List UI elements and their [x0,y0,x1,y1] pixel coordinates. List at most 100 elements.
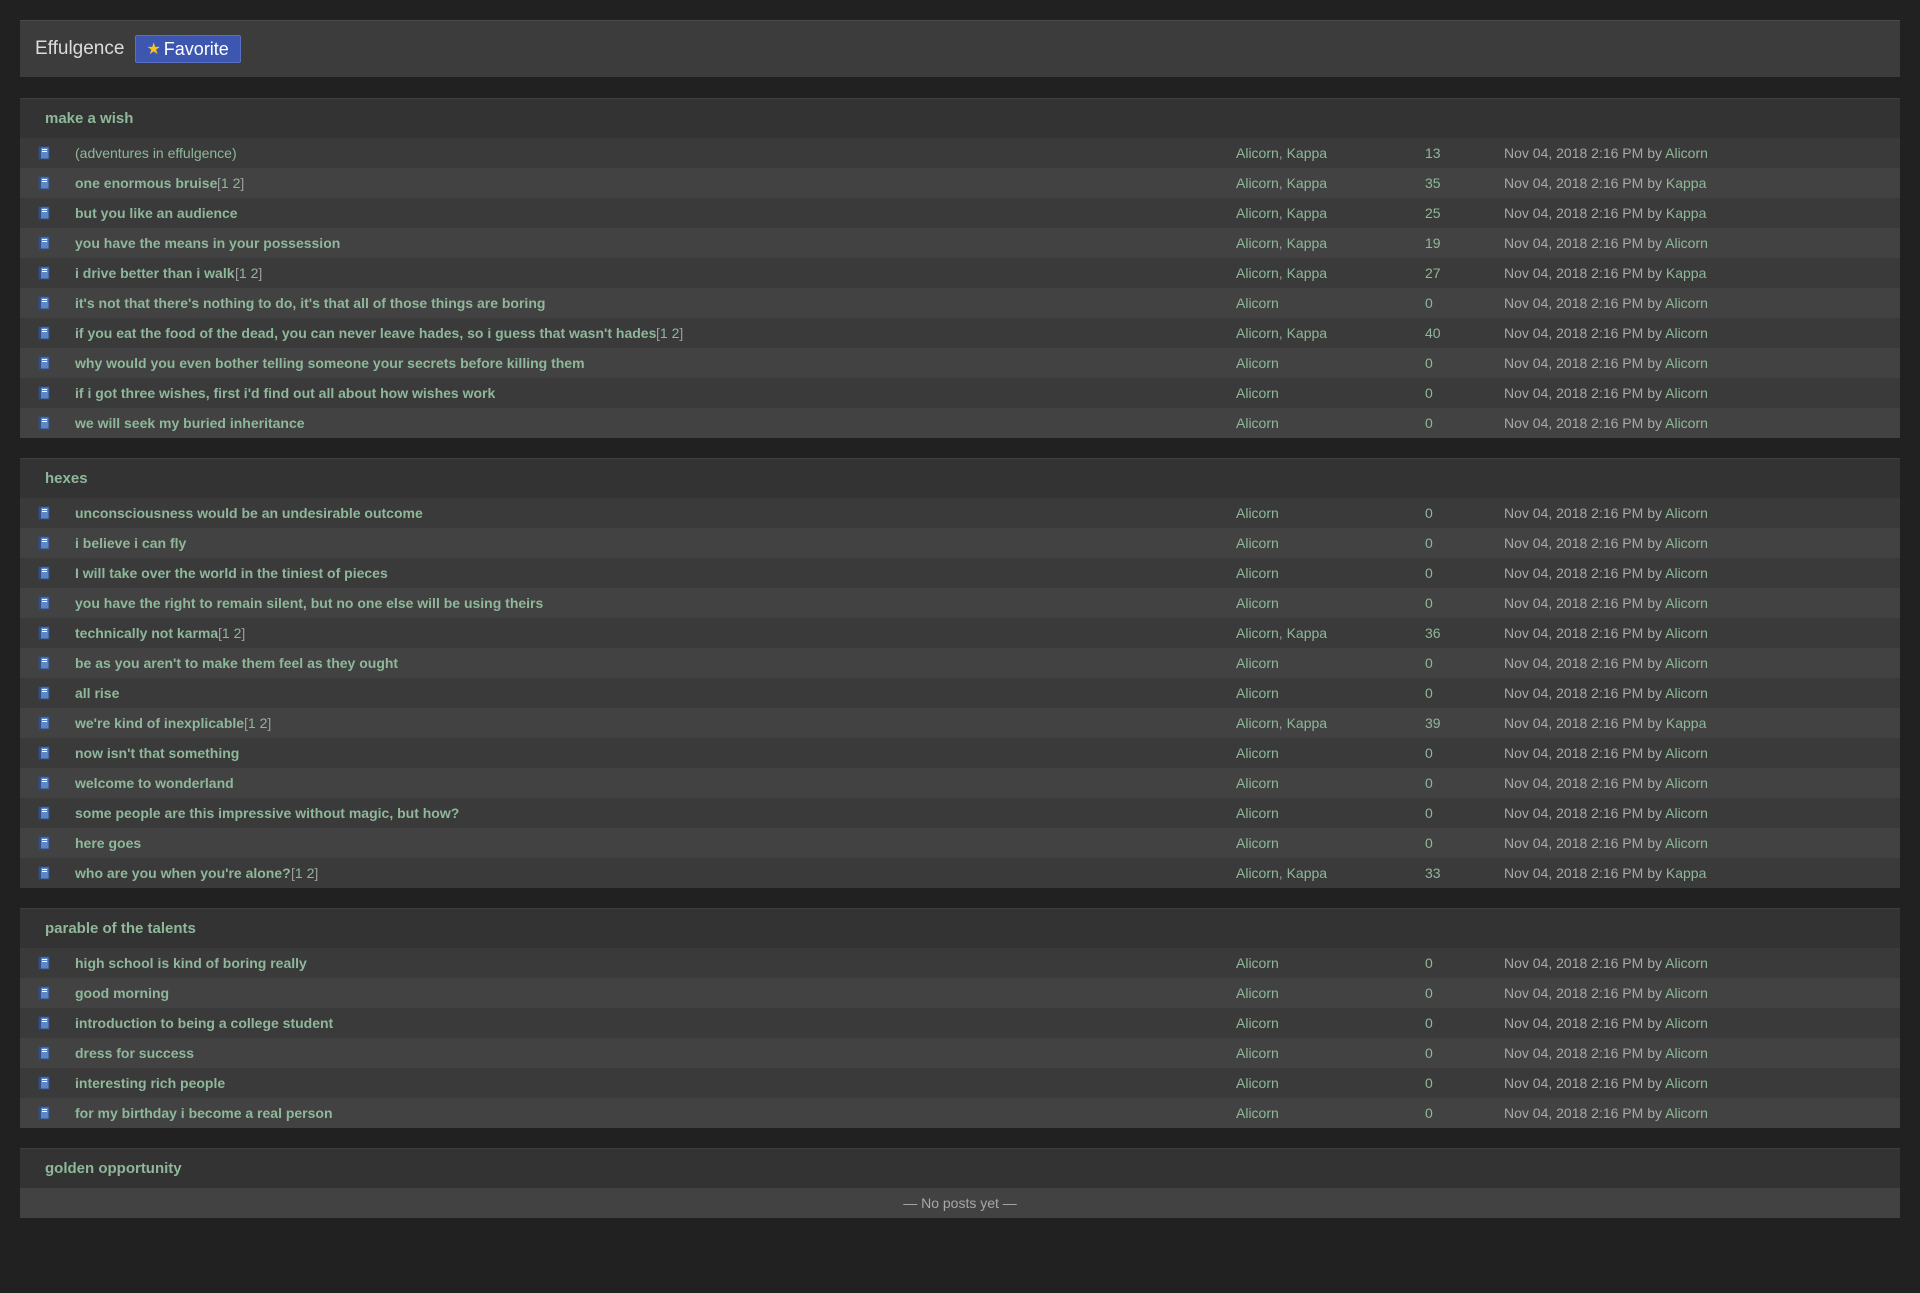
author-link[interactable]: Alicorn [1236,265,1279,281]
post-title-link[interactable]: good morning [75,978,169,1008]
author-link[interactable]: Alicorn [1236,175,1279,191]
last-author-link[interactable]: Alicorn [1665,685,1708,701]
last-author-link[interactable]: Alicorn [1665,595,1708,611]
author-link[interactable]: Alicorn [1236,565,1279,581]
post-title-link[interactable]: here goes [75,828,141,858]
post-title-link[interactable]: we're kind of inexplicable [75,708,244,738]
last-author-link[interactable]: Kappa [1666,865,1706,881]
author-link[interactable]: Kappa [1287,325,1327,341]
author-link[interactable]: Alicorn [1236,1105,1279,1121]
post-title-link[interactable]: unconsciousness would be an undesirable … [75,498,423,528]
author-link[interactable]: Kappa [1287,625,1327,641]
last-author-link[interactable]: Kappa [1666,175,1706,191]
author-link[interactable]: Alicorn [1236,985,1279,1001]
last-author-link[interactable]: Kappa [1666,715,1706,731]
last-author-link[interactable]: Alicorn [1665,1015,1708,1031]
post-title-link[interactable]: introduction to being a college student [75,1008,333,1038]
last-author-link[interactable]: Alicorn [1665,625,1708,641]
page-link[interactable]: 2 [260,715,268,731]
post-title-link[interactable]: one enormous bruise [75,168,217,198]
author-link[interactable]: Alicorn [1236,295,1279,311]
last-author-link[interactable]: Alicorn [1665,505,1708,521]
author-link[interactable]: Alicorn [1236,145,1279,161]
author-link[interactable]: Alicorn [1236,1015,1279,1031]
post-title-link[interactable]: I will take over the world in the tinies… [75,558,388,588]
post-title-link[interactable]: interesting rich people [75,1068,225,1098]
page-link[interactable]: 1 [295,865,303,881]
author-link[interactable]: Alicorn [1236,1075,1279,1091]
page-link[interactable]: 1 [248,715,256,731]
author-link[interactable]: Kappa [1287,265,1327,281]
author-link[interactable]: Kappa [1287,175,1327,191]
post-title-link[interactable]: who are you when you're alone? [75,858,291,888]
last-author-link[interactable]: Alicorn [1665,415,1708,431]
post-title-link[interactable]: it's not that there's nothing to do, it'… [75,288,545,318]
author-link[interactable]: Kappa [1287,145,1327,161]
post-title-link[interactable]: all rise [75,678,119,708]
post-title-link[interactable]: high school is kind of boring really [75,948,307,978]
last-author-link[interactable]: Alicorn [1665,535,1708,551]
author-link[interactable]: Alicorn [1236,955,1279,971]
last-author-link[interactable]: Alicorn [1665,805,1708,821]
author-link[interactable]: Kappa [1287,205,1327,221]
last-author-link[interactable]: Alicorn [1665,235,1708,251]
author-link[interactable]: Alicorn [1236,625,1279,641]
author-link[interactable]: Alicorn [1236,655,1279,671]
last-author-link[interactable]: Alicorn [1665,355,1708,371]
author-link[interactable]: Alicorn [1236,865,1279,881]
author-link[interactable]: Alicorn [1236,385,1279,401]
author-link[interactable]: Alicorn [1236,355,1279,371]
last-author-link[interactable]: Alicorn [1665,835,1708,851]
author-link[interactable]: Alicorn [1236,535,1279,551]
post-title-link[interactable]: some people are this impressive without … [75,798,459,828]
post-title-link[interactable]: we will seek my buried inheritance [75,408,305,438]
last-author-link[interactable]: Alicorn [1665,985,1708,1001]
section-title[interactable]: golden opportunity [45,1160,182,1177]
section-title[interactable]: hexes [45,470,88,487]
last-author-link[interactable]: Alicorn [1665,745,1708,761]
post-title-link[interactable]: (adventures in effulgence) [75,138,237,168]
favorite-button[interactable]: ★ Favorite [135,35,241,63]
author-link[interactable]: Alicorn [1236,685,1279,701]
last-author-link[interactable]: Alicorn [1665,325,1708,341]
section-title[interactable]: parable of the talents [45,920,196,937]
last-author-link[interactable]: Alicorn [1665,1045,1708,1061]
last-author-link[interactable]: Alicorn [1665,385,1708,401]
post-title-link[interactable]: be as you aren't to make them feel as th… [75,648,398,678]
last-author-link[interactable]: Alicorn [1665,955,1708,971]
page-link[interactable]: 1 [660,325,668,341]
post-title-link[interactable]: dress for success [75,1038,194,1068]
post-title-link[interactable]: i believe i can fly [75,528,186,558]
last-author-link[interactable]: Alicorn [1665,1105,1708,1121]
author-link[interactable]: Alicorn [1236,715,1279,731]
post-title-link[interactable]: you have the right to remain silent, but… [75,588,543,618]
post-title-link[interactable]: welcome to wonderland [75,768,234,798]
author-link[interactable]: Kappa [1287,865,1327,881]
author-link[interactable]: Alicorn [1236,1045,1279,1061]
page-link[interactable]: 2 [234,625,242,641]
author-link[interactable]: Alicorn [1236,835,1279,851]
page-link[interactable]: 1 [221,175,229,191]
last-author-link[interactable]: Alicorn [1665,1075,1708,1091]
page-link[interactable]: 2 [307,865,315,881]
last-author-link[interactable]: Alicorn [1665,295,1708,311]
post-title-link[interactable]: i drive better than i walk [75,258,235,288]
post-title-link[interactable]: now isn't that something [75,738,239,768]
author-link[interactable]: Alicorn [1236,775,1279,791]
author-link[interactable]: Alicorn [1236,325,1279,341]
post-title-link[interactable]: why would you even bother telling someon… [75,348,585,378]
last-author-link[interactable]: Kappa [1666,205,1706,221]
author-link[interactable]: Alicorn [1236,595,1279,611]
author-link[interactable]: Alicorn [1236,205,1279,221]
post-title-link[interactable]: if you eat the food of the dead, you can… [75,318,656,348]
post-title-link[interactable]: but you like an audience [75,198,238,228]
author-link[interactable]: Alicorn [1236,805,1279,821]
page-link[interactable]: 2 [672,325,680,341]
page-link[interactable]: 1 [239,265,247,281]
author-link[interactable]: Kappa [1287,715,1327,731]
post-title-link[interactable]: if i got three wishes, first i'd find ou… [75,378,495,408]
page-link[interactable]: 1 [222,625,230,641]
post-title-link[interactable]: you have the means in your possession [75,228,340,258]
page-link[interactable]: 2 [233,175,241,191]
last-author-link[interactable]: Alicorn [1665,565,1708,581]
